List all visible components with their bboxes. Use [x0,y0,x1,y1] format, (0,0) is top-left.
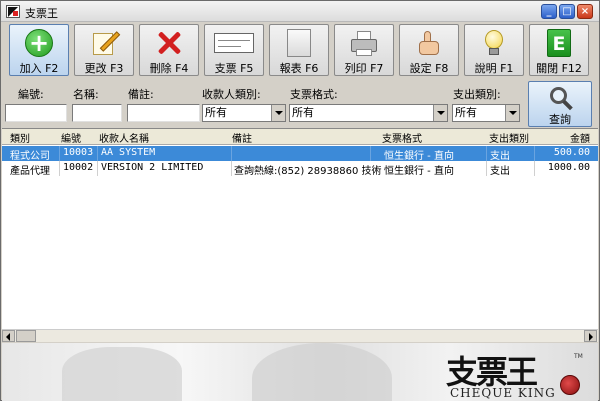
toolbar: 加入 F2 更改 F3 刪除 F4 支票 F5 報表 F6 列印 F7 設定 F… [9,24,595,78]
table-row[interactable]: 程式公司 10003 AA SYSTEM 恒生銀行 - 直向 支出 500.00 [2,146,598,162]
thumbs-up-icon [415,29,443,57]
remark-input[interactable] [127,104,200,122]
report-button-label: 報表 F6 [279,62,319,75]
column-header-remark[interactable]: 備註 [232,130,252,145]
row-format: 恒生銀行 - 直向 [384,166,454,177]
code-input[interactable] [5,104,67,122]
cheque-format-value: 所有 [292,106,314,119]
window-title: 支票王 [25,7,58,20]
delete-button-label: 刪除 F4 [149,62,189,75]
row-code: 10003 [63,147,94,158]
app-window: 支票王 _ □ × 加入 F2 更改 F3 刪除 F4 支票 F5 報表 F6 … [0,0,600,401]
scroll-left-icon[interactable] [2,330,15,342]
payee-table: 類別 編號 收款人名稱 備註 支票格式 支出類別 金額 程式公司 10003 A… [2,128,598,342]
expense-type-label: 支出類別: [453,88,501,101]
minimize-button[interactable]: _ [541,4,557,19]
help-button[interactable]: 說明 F1 [464,24,524,76]
name-input[interactable] [72,104,122,122]
row-code: 10002 [63,162,94,173]
settings-button[interactable]: 設定 F8 [399,24,459,76]
column-header-expense[interactable]: 支出類別 [489,130,529,145]
pencil-icon [90,29,121,57]
column-header-amount[interactable]: 金額 [570,130,590,145]
table-row[interactable]: 產品代理 10002 VERSION 2 LIMITED 查詢熱線:(852) … [2,161,598,177]
cheque-format-label: 支票格式: [290,88,338,101]
payee-type-label: 收款人類別: [202,88,261,101]
name-label: 名稱: [73,88,99,101]
column-header-payee[interactable]: 收款人名稱 [99,130,149,145]
exit-button-label: 關閉 F12 [536,62,582,75]
lightbulb-icon [480,29,508,57]
column-header-code[interactable]: 編號 [61,130,81,145]
cheque-format-select[interactable]: 所有 [289,104,448,122]
app-logo-icon [6,5,20,18]
scroll-thumb[interactable] [16,330,36,342]
add-button-label: 加入 F2 [19,62,59,75]
row-expense: 支出 [490,166,510,177]
delete-icon [155,29,183,57]
row-remark: 查詢熱線:(852) 28938860 技術 [234,166,382,177]
expense-type-select[interactable]: 所有 [452,104,520,122]
column-header-category[interactable]: 類別 [10,130,30,145]
row-category: 程式公司 [10,151,50,162]
scroll-right-icon[interactable] [584,330,597,342]
table-header: 類別 編號 收款人名稱 備註 支票格式 支出類別 金額 [2,129,598,145]
search-button-label: 查詢 [549,113,571,126]
settings-button-label: 設定 F8 [409,62,449,75]
add-icon [25,28,53,58]
print-button-label: 列印 F7 [344,62,384,75]
report-button[interactable]: 報表 F6 [269,24,329,76]
exit-icon [547,29,571,57]
row-category: 產品代理 [10,166,50,177]
print-button[interactable]: 列印 F7 [334,24,394,76]
printer-icon [350,29,378,57]
magnifier-icon [546,85,574,111]
remark-label: 備註: [128,88,154,101]
row-expense: 支出 [490,151,510,162]
payee-type-select[interactable]: 所有 [202,104,286,122]
row-amount: 1000.00 [547,162,590,173]
trademark-mark: TM [574,353,583,360]
expense-type-value: 所有 [455,106,477,119]
row-payee: VERSION 2 LIMITED [101,162,204,173]
cheque-button-label: 支票 F5 [214,62,254,75]
brand-banner: 支票王 TM CHEQUE KING [2,343,598,401]
seal-icon [560,375,580,395]
cheque-button[interactable]: 支票 F5 [204,24,264,76]
exit-button[interactable]: 關閉 F12 [529,24,589,76]
edit-button[interactable]: 更改 F3 [74,24,134,76]
row-payee: AA SYSTEM [101,147,156,158]
filter-bar: 編號: 名稱: 備註: 收款人類別: 所有 支票格式: 所有 支出類別: 所有 … [2,80,598,128]
chevron-down-icon[interactable] [433,105,447,121]
code-label: 編號: [18,88,44,101]
edit-button-label: 更改 F3 [84,62,124,75]
add-button[interactable]: 加入 F2 [9,24,69,76]
row-amount: 500.00 [553,147,590,158]
title-bar[interactable]: 支票王 _ □ × [1,1,599,22]
brand-logo-en: CHEQUE KING [450,386,556,400]
horizontal-scrollbar[interactable] [2,329,598,342]
payee-type-value: 所有 [205,106,227,119]
column-header-format[interactable]: 支票格式 [382,130,422,145]
maximize-button[interactable]: □ [559,4,575,19]
chevron-down-icon[interactable] [505,105,519,121]
search-button[interactable]: 查詢 [528,81,592,127]
report-icon [287,29,311,57]
row-format: 恒生銀行 - 直向 [384,151,454,162]
delete-button[interactable]: 刪除 F4 [139,24,199,76]
close-button[interactable]: × [577,4,593,19]
cheque-icon [214,33,254,53]
help-button-label: 說明 F1 [474,62,514,75]
chevron-down-icon[interactable] [271,105,285,121]
